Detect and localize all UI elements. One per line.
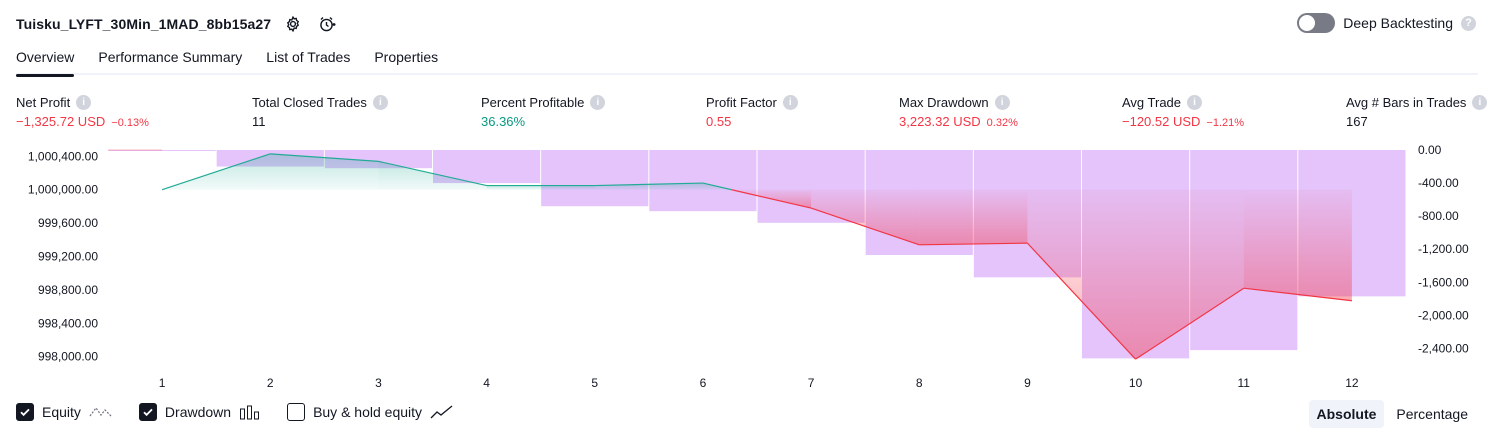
equity-loss-area bbox=[1243, 189, 1352, 301]
equity-drawdown-chart[interactable]: 1,000,400.00 1,000,000.00 999,600.00 999,20… bbox=[0, 140, 1494, 400]
metric-label: Avg # Bars in Trades bbox=[1346, 94, 1467, 110]
deep-backtesting: Deep Backtesting ? bbox=[1297, 13, 1476, 33]
y-right-tick-label: -1,200.00 bbox=[1418, 242, 1469, 256]
y-right-tick-label: -1,600.00 bbox=[1418, 275, 1469, 289]
tab-bar: Overview Performance Summary List of Tra… bbox=[16, 48, 1478, 77]
equity-profit-area bbox=[486, 185, 595, 190]
mode-percentage-button[interactable]: Percentage bbox=[1388, 400, 1476, 428]
metric-value: 0.55 bbox=[706, 114, 732, 129]
equity-checkbox[interactable] bbox=[16, 403, 34, 421]
info-icon[interactable]: i bbox=[994, 94, 1010, 110]
metric-label: Percent Profitable bbox=[481, 94, 585, 110]
legend-drawdown-label: Drawdown bbox=[164, 404, 232, 420]
x-tick-label: 6 bbox=[700, 376, 707, 390]
x-tick-label: 8 bbox=[916, 376, 923, 390]
drawdown-checkbox[interactable] bbox=[138, 403, 157, 421]
y-left-tick-label: 998,800.00 bbox=[38, 283, 98, 297]
tab-overview[interactable]: Overview bbox=[16, 48, 75, 77]
strategy-title: Tuisku_LYFT_30Min_1MAD_8bb15a27 bbox=[16, 16, 272, 32]
metric-percent: −0.13% bbox=[111, 117, 149, 129]
tab-performance-summary[interactable]: Performance Summary bbox=[98, 48, 242, 75]
metric-value: 11 bbox=[252, 114, 266, 129]
mode-absolute-button[interactable]: Absolute bbox=[1308, 400, 1385, 428]
chart-mode-switch: Absolute Percentage bbox=[1308, 400, 1477, 428]
x-tick-label: 1 bbox=[159, 376, 166, 390]
x-tick-label: 9 bbox=[1024, 376, 1031, 390]
y-left-tick-label: 1,000,400.00 bbox=[28, 149, 98, 163]
y-right-tick-label: 0.00 bbox=[1418, 143, 1442, 157]
metric-avg-trade: Avg Trade i −120.52 USD −1.21% bbox=[1122, 94, 1244, 130]
y-right-tick-label: -2,000.00 bbox=[1418, 308, 1469, 322]
metric-percent-profitable: Percent Profitable i 36.36% bbox=[481, 94, 606, 130]
metric-label: Profit Factor bbox=[706, 94, 777, 110]
x-tick-label: 2 bbox=[267, 376, 274, 390]
x-tick-label: 5 bbox=[591, 376, 598, 390]
metric-value: −120.52 USD bbox=[1122, 114, 1201, 129]
x-tick-label: 7 bbox=[808, 376, 815, 390]
info-icon[interactable]: i bbox=[782, 94, 798, 110]
chart-legend: Equity Drawdown Buy & hold equity bbox=[16, 403, 454, 421]
info-icon[interactable]: i bbox=[1187, 94, 1203, 110]
equity-line-icon bbox=[89, 404, 113, 420]
legend-equity[interactable]: Equity bbox=[16, 403, 113, 421]
metric-profit-factor: Profit Factor i 0.55 bbox=[706, 94, 798, 130]
legend-equity-label: Equity bbox=[42, 404, 81, 420]
tab-properties[interactable]: Properties bbox=[374, 48, 438, 75]
x-tick-label: 4 bbox=[483, 376, 490, 390]
x-tick-label: 11 bbox=[1238, 376, 1251, 390]
deep-backtesting-label: Deep Backtesting bbox=[1343, 15, 1453, 31]
metric-percent: −1.21% bbox=[1206, 117, 1245, 129]
metric-max-drawdown: Max Drawdown i 3,223.32 USD 0.32% bbox=[899, 94, 1018, 130]
info-icon[interactable]: i bbox=[76, 94, 92, 110]
drawdown-bar bbox=[541, 150, 649, 207]
metric-net-profit: Net Profit i −1,325.72 USD −0.13% bbox=[16, 94, 149, 130]
help-icon[interactable]: ? bbox=[1461, 15, 1476, 31]
metric-value: 3,223.32 USD bbox=[899, 114, 981, 129]
x-tick-label: 12 bbox=[1345, 376, 1359, 390]
y-left-tick-label: 999,200.00 bbox=[38, 250, 98, 264]
y-left-tick-label: 1,000,000.00 bbox=[28, 183, 98, 197]
strategy-header: Tuisku_LYFT_30Min_1MAD_8bb15a27 bbox=[16, 12, 339, 36]
alert-clock-icon[interactable] bbox=[315, 12, 339, 36]
metric-avg-bars: Avg # Bars in Trades i 167 bbox=[1346, 94, 1488, 130]
info-icon[interactable]: i bbox=[590, 94, 606, 110]
toggle-knob bbox=[1299, 15, 1316, 31]
drawdown-bar bbox=[649, 150, 757, 212]
metric-percent: 0.32% bbox=[986, 117, 1018, 129]
y-left-tick-label: 999,600.00 bbox=[38, 216, 98, 230]
info-icon[interactable]: i bbox=[372, 94, 388, 110]
metric-value: −1,325.72 USD bbox=[16, 114, 106, 129]
metric-label: Total Closed Trades bbox=[252, 94, 367, 110]
y-left-tick-label: 998,400.00 bbox=[38, 316, 98, 330]
y-right-tick-label: -800.00 bbox=[1418, 209, 1459, 223]
deep-backtesting-toggle[interactable] bbox=[1297, 13, 1336, 33]
x-tick-label: 3 bbox=[375, 376, 382, 390]
drawdown-bars-icon bbox=[239, 404, 261, 420]
x-tick-label: 10 bbox=[1129, 376, 1143, 390]
buy-hold-checkbox[interactable] bbox=[287, 403, 306, 421]
y-right-tick-label: -400.00 bbox=[1418, 176, 1459, 190]
legend-buy-hold[interactable]: Buy & hold equity bbox=[287, 403, 454, 421]
buy-hold-line-icon bbox=[430, 404, 454, 420]
metric-value: 167 bbox=[1346, 114, 1368, 129]
y-right-tick-label: -2,400.00 bbox=[1418, 341, 1469, 355]
info-icon[interactable]: i bbox=[1472, 94, 1488, 110]
metric-value: 36.36% bbox=[481, 114, 526, 129]
metric-label: Avg Trade bbox=[1122, 94, 1182, 110]
equity-loss-area bbox=[919, 189, 1028, 245]
tab-list-of-trades[interactable]: List of Trades bbox=[266, 48, 350, 75]
settings-icon[interactable] bbox=[281, 12, 305, 36]
metric-label: Net Profit bbox=[16, 94, 71, 110]
metric-total-closed-trades: Total Closed Trades i 11 bbox=[252, 94, 388, 130]
y-left-tick-label: 998,000.00 bbox=[38, 350, 98, 364]
legend-drawdown[interactable]: Drawdown bbox=[138, 403, 261, 421]
legend-buy-hold-label: Buy & hold equity bbox=[313, 404, 423, 420]
metric-label: Max Drawdown bbox=[899, 94, 989, 110]
